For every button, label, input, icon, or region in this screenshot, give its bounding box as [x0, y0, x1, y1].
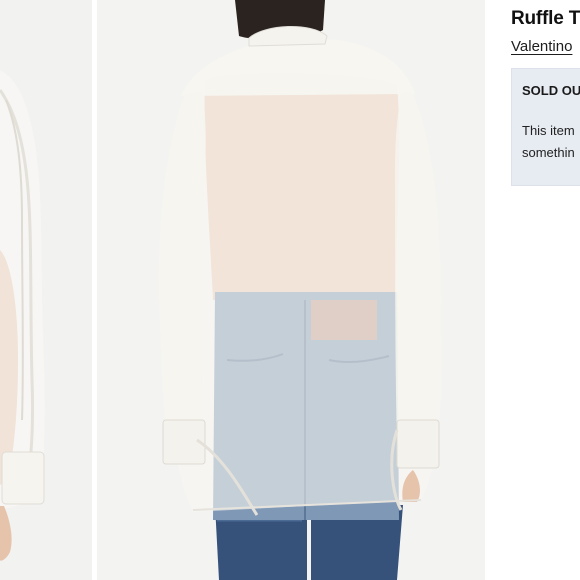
sold-out-heading: SOLD OU [522, 83, 580, 98]
product-title: Ruffle T [511, 8, 580, 29]
product-info-panel: Ruffle T Valentino SOLD OU This item som… [511, 0, 580, 580]
previous-image-thumbnail[interactable] [0, 0, 92, 580]
sold-out-notice: SOLD OU This item somethin [511, 68, 580, 186]
image-gallery [0, 0, 490, 580]
blouse-back-photo [97, 0, 485, 580]
brand-link[interactable]: Valentino [511, 38, 572, 55]
sold-out-message-line-2: somethin [522, 145, 575, 160]
main-product-image[interactable] [97, 0, 485, 580]
sold-out-message-line-1: This item [522, 123, 575, 138]
blouse-side-photo [0, 0, 92, 580]
